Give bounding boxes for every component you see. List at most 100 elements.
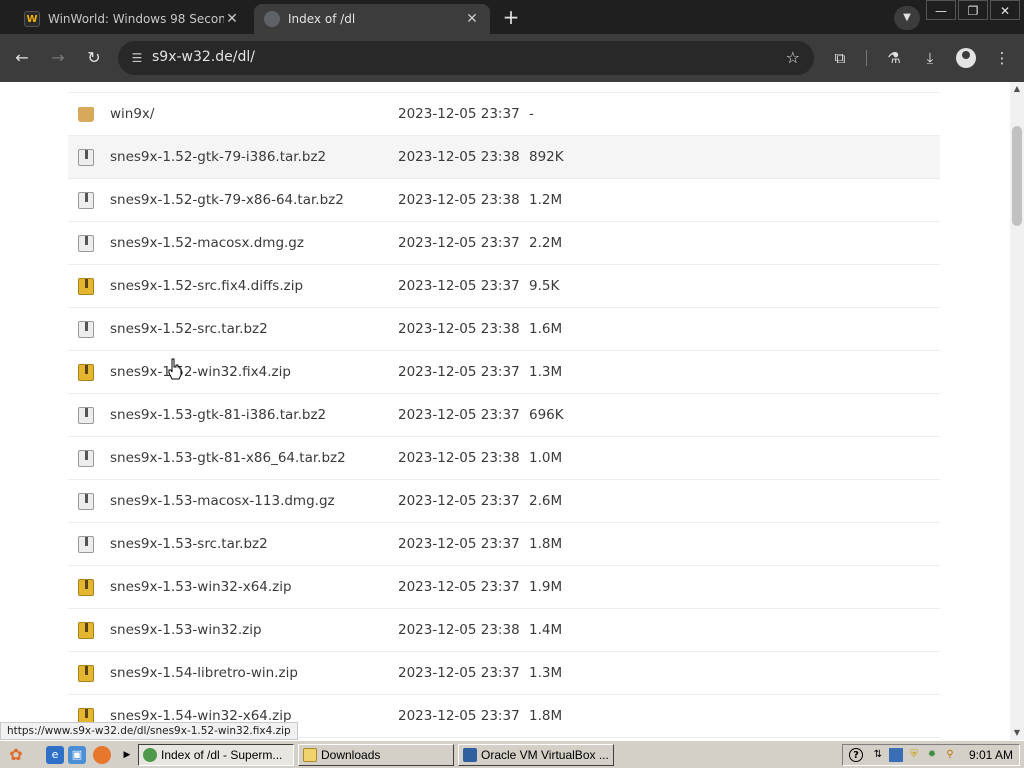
address-bar[interactable]: ☰ s9x-w32.de/dl/ ☆ [118,41,814,75]
tab-search-button[interactable]: ▼ [894,6,920,30]
reload-button[interactable]: ↻ [82,46,106,70]
zip-archive-icon [78,364,94,381]
restore-button[interactable]: ❐ [958,0,988,20]
chrome-icon [143,748,157,762]
file-name-link[interactable]: snes9x-1.52-macosx.dmg.gz [110,235,304,251]
tab-label: Index of /dl [288,12,356,26]
table-row[interactable]: snes9x-1.53-macosx-113.dmg.gz 2023-12-05 … [68,480,940,523]
table-row[interactable]: snes9x-1.53-gtk-81-x86_64.tar.bz2 2023-12… [68,437,940,480]
file-date: 2023-12-05 23:37 [398,708,520,724]
file-size: 1.3M [529,665,563,681]
desktop-quicklaunch-icon[interactable]: ▣ [68,746,86,764]
file-size: - [529,106,534,122]
tab-label: WinWorld: Windows 98 Second Ed [48,12,224,26]
site-info-icon[interactable]: ☰ [128,49,146,67]
file-name-link[interactable]: snes9x-1.53-src.tar.bz2 [110,536,268,552]
extensions-icon[interactable]: ⧉ [828,46,852,70]
taskbar-button-downloads[interactable]: Downloads [298,744,454,766]
file-date: 2023-12-05 23:37 [398,106,520,122]
taskbar-clock: 9:01 AM [968,748,1013,762]
file-name-link[interactable]: snes9x-1.53-gtk-81-i386.tar.bz2 [110,407,326,423]
new-tab-button[interactable]: + [498,6,524,30]
file-name-link[interactable]: snes9x-1.52-gtk-79-i386.tar.bz2 [110,149,326,165]
minimize-button[interactable]: — [926,0,956,20]
tab-index-of-dl[interactable]: Index of /dl ✕ [254,4,490,34]
network-icon[interactable]: ⇅ [871,748,885,762]
file-name-link[interactable]: snes9x-1.52-src.tar.bz2 [110,321,268,337]
menu-kebab-icon[interactable]: ⋮ [990,46,1014,70]
labs-flask-icon[interactable]: ⚗ [882,46,906,70]
archive-file-icon [78,493,94,510]
toolbar-separator [866,50,867,66]
file-date: 2023-12-05 23:37 [398,235,520,251]
table-row[interactable]: win9x/2023-12-05 23:37- [68,93,940,136]
file-size: 892K [529,149,564,165]
file-size: 9.5K [529,278,560,294]
scrollbar-thumb[interactable] [1012,126,1022,226]
scroll-up-arrow-icon[interactable]: ▲ [1010,82,1024,96]
back-button[interactable]: ← [10,46,34,70]
table-row[interactable]: snes9x-1.53-win32-x64.zip 2023-12-05 23:3… [68,566,940,609]
file-name-link[interactable]: snes9x-1.53-win32.zip [110,622,262,638]
windows-taskbar: ✿ e ▣ ▶ Index of /dl - Superm... Downloa… [0,740,1024,768]
archive-file-icon [78,407,94,424]
hand-cursor-icon [168,358,182,380]
archive-file-icon [78,536,94,553]
system-tray: ? ⇅ ⛨ ✹ ⚲ 9:01 AM [842,744,1020,766]
globe-icon [264,11,280,27]
file-name-link[interactable]: snes9x-1.52-gtk-79-x86-64.tar.bz2 [110,192,344,208]
close-tab-icon[interactable]: ✕ [224,11,240,27]
status-link-bubble: https://www.s9x-w32.de/dl/snes9x-1.52-wi… [0,722,298,740]
winworld-icon: W [24,11,40,27]
table-row[interactable]: snes9x-1.53-win32.zip 2023-12-05 23:38 1.4… [68,609,940,652]
bookmark-star-icon[interactable]: ☆ [786,48,800,67]
file-name-link[interactable]: snes9x-1.53-gtk-81-x86_64.tar.bz2 [110,450,346,466]
zip-archive-icon [78,665,94,682]
quicklaunch-expand-icon[interactable]: ▶ [118,746,136,764]
file-size: 1.8M [529,536,563,552]
gear-icon[interactable]: ✹ [925,748,939,762]
table-row[interactable]: snes9x-1.52-macosx.dmg.gz 2023-12-05 23:3… [68,222,940,265]
virtualbox-icon [463,748,477,762]
monitor-icon[interactable] [889,748,903,762]
profile-avatar-icon[interactable] [956,48,976,68]
table-row[interactable]: snes9x-1.54-libretro-win.zip 2023-12-05 2… [68,652,940,695]
table-row[interactable]: snes9x-1.52-gtk-79-x86-64.tar.bz2 2023-12… [68,179,940,222]
close-tab-icon[interactable]: ✕ [464,11,480,27]
file-size: 1.8M [529,708,563,724]
firefox-quicklaunch-icon[interactable] [93,746,111,764]
shield-icon[interactable]: ⛨ [907,748,921,762]
file-name-link[interactable]: snes9x-1.53-macosx-113.dmg.gz [110,493,335,509]
download-icon[interactable]: ⤓ [918,46,942,70]
table-row[interactable]: snes9x-1.53-gtk-81-i386.tar.bz2 2023-12-0… [68,394,940,437]
table-row[interactable]: snes9x-1.53-src.tar.bz2 2023-12-05 23:37 1… [68,523,940,566]
scroll-down-arrow-icon[interactable]: ▼ [1010,726,1024,740]
close-window-button[interactable]: ✕ [990,0,1020,20]
start-menu-icon[interactable]: ✿ [4,744,28,766]
file-date: 2023-12-05 23:37 [398,579,520,595]
forward-button[interactable]: → [46,46,70,70]
file-name-link[interactable]: win9x/ [110,106,154,122]
table-row[interactable]: snes9x-1.52-win32.fix4.zip 2023-12-05 23:… [68,351,940,394]
file-name-link[interactable]: snes9x-1.52-win32.fix4.zip [110,364,291,380]
file-size: 696K [529,407,564,423]
file-date: 2023-12-05 23:37 [398,278,520,294]
folder-icon [303,748,317,762]
archive-file-icon [78,235,94,252]
help-icon[interactable]: ? [849,748,863,762]
search-icon[interactable]: ⚲ [943,748,957,762]
url-text[interactable]: s9x-w32.de/dl/ [152,49,255,65]
file-name-link[interactable]: snes9x-1.52-src.fix4.diffs.zip [110,278,303,294]
tab-winworld[interactable]: W WinWorld: Windows 98 Second Ed ✕ [14,4,250,34]
file-name-link[interactable]: snes9x-1.53-win32-x64.zip [110,579,292,595]
file-name-link[interactable]: snes9x-1.54-libretro-win.zip [110,665,298,681]
taskbar-button-chrome[interactable]: Index of /dl - Superm... [138,744,294,766]
table-row[interactable]: snes9x-1.52-src.fix4.diffs.zip 2023-12-05… [68,265,940,308]
file-date: 2023-12-05 23:38 [398,450,520,466]
file-date: 2023-12-05 23:37 [398,536,520,552]
table-row[interactable]: snes9x-1.52-src.tar.bz2 2023-12-05 23:38 1… [68,308,940,351]
vertical-scrollbar[interactable]: ▲ ▼ [1010,82,1024,740]
taskbar-button-virtualbox[interactable]: Oracle VM VirtualBox ... [458,744,614,766]
ie-quicklaunch-icon[interactable]: e [46,746,64,764]
table-row[interactable]: snes9x-1.52-gtk-79-i386.tar.bz2 2023-12-0… [68,136,940,179]
